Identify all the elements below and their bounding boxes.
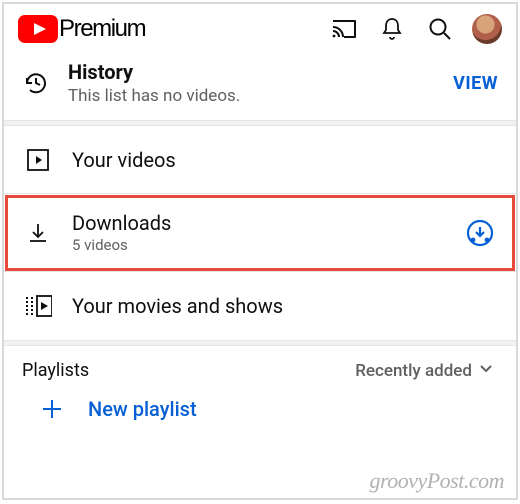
downloads-count: 5 videos: [72, 236, 454, 254]
film-icon: [26, 295, 66, 317]
movies-shows-row[interactable]: Your movies and shows: [4, 272, 516, 340]
notifications-icon[interactable]: [372, 16, 412, 42]
cast-icon[interactable]: [324, 18, 364, 40]
movies-shows-label: Your movies and shows: [72, 294, 494, 318]
playlists-header: Playlists Recently added: [4, 346, 516, 387]
history-title: History: [68, 60, 453, 84]
downloads-label: Downloads: [72, 211, 454, 235]
top-bar: Premium: [4, 4, 516, 52]
play-outline-icon: [26, 148, 66, 172]
sort-label: Recently added: [355, 361, 472, 381]
history-icon: [22, 69, 54, 97]
youtube-premium-logo[interactable]: Premium: [18, 15, 145, 43]
your-videos-label: Your videos: [72, 148, 494, 172]
avatar[interactable]: [472, 14, 502, 44]
downloads-row[interactable]: Downloads 5 videos: [4, 194, 516, 272]
new-playlist-label: New playlist: [88, 397, 197, 421]
chevron-down-icon: [478, 360, 494, 381]
youtube-icon: [18, 15, 58, 43]
new-playlist-row[interactable]: New playlist: [4, 387, 516, 437]
playlists-label: Playlists: [22, 360, 89, 381]
history-row[interactable]: History This list has no videos. VIEW: [4, 52, 516, 120]
download-icon: [26, 221, 66, 245]
plus-icon: [40, 397, 64, 421]
smart-downloads-icon[interactable]: [454, 219, 494, 247]
search-icon[interactable]: [420, 17, 460, 42]
playlists-sort-button[interactable]: Recently added: [355, 360, 494, 381]
your-videos-row[interactable]: Your videos: [4, 126, 516, 194]
history-view-button[interactable]: VIEW: [453, 73, 498, 94]
history-subtitle: This list has no videos.: [68, 86, 453, 106]
brand-text: Premium: [59, 15, 145, 43]
